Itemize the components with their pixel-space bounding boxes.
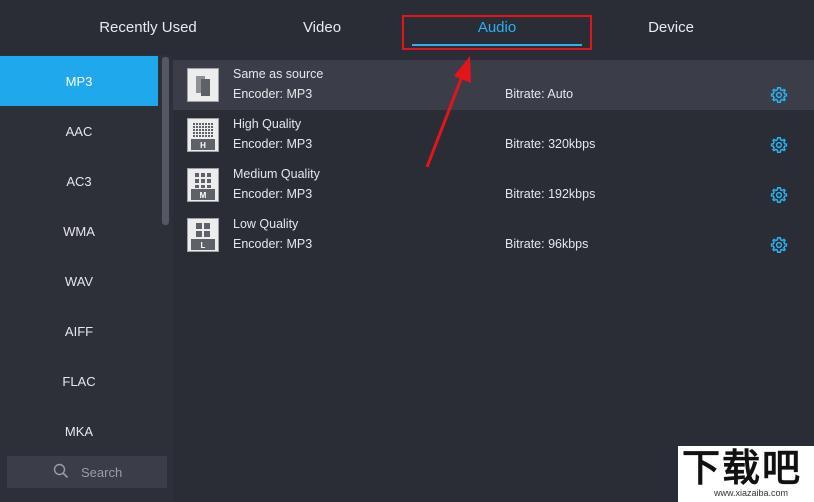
format-item-aiff[interactable]: AIFF (0, 306, 158, 356)
search-icon (53, 463, 69, 479)
preset-row-low-quality[interactable]: L Low Quality Encoder: MP3 Bitrate: 96kb… (173, 210, 814, 260)
preset-bitrate: Bitrate: 320kbps (505, 137, 596, 151)
format-sidebar: MP3 AAC AC3 WMA WAV AIFF FLAC MKA Search (0, 55, 173, 502)
preset-encoder: Encoder: MP3 (233, 187, 313, 201)
format-label: AAC (65, 123, 93, 139)
format-label: WAV (64, 273, 94, 289)
preset-encoder: Encoder: MP3 (233, 137, 313, 151)
watermark-url: www.xiazaiba.com (714, 488, 789, 498)
preset-row-same-as-source[interactable]: Same as source Encoder: MP3 Bitrate: Aut… (173, 60, 814, 110)
tab-label: Device (648, 19, 694, 36)
quality-badge: M (199, 191, 207, 200)
preset-name: High Quality (233, 117, 302, 131)
format-item-mp3[interactable]: MP3 (0, 56, 158, 106)
preset-bitrate: Bitrate: 96kbps (505, 237, 589, 251)
preset-bitrate: Bitrate: Auto (505, 87, 574, 101)
preset-name: Low Quality (233, 217, 299, 231)
preset-encoder: Encoder: MP3 (233, 237, 313, 251)
high-quality-icon: H (187, 118, 219, 152)
quality-badge: H (200, 141, 206, 150)
format-item-ac3[interactable]: AC3 (0, 156, 158, 206)
format-item-flac[interactable]: FLAC (0, 356, 158, 406)
format-tab-bar: Recently Used Video Audio Device (0, 0, 814, 55)
preset-row-high-quality[interactable]: H High Quality Encoder: MP3 Bitrate: 320… (173, 110, 814, 160)
format-label: MKA (64, 423, 94, 439)
tab-recently-used[interactable]: Recently Used (60, 0, 236, 55)
tab-label: Recently Used (99, 19, 197, 36)
format-item-aac[interactable]: AAC (0, 106, 158, 156)
tab-video[interactable]: Video (236, 0, 408, 55)
format-item-wav[interactable]: WAV (0, 256, 158, 306)
annotation-highlight-box (402, 15, 592, 50)
format-label: WMA (63, 223, 95, 239)
gear-icon[interactable] (770, 136, 788, 154)
gear-icon[interactable] (770, 186, 788, 204)
watermark-text: 下载吧 (682, 445, 803, 490)
format-label: MP3 (65, 73, 93, 89)
tab-label: Video (302, 19, 342, 36)
same-as-source-icon (187, 68, 219, 102)
preset-list: Same as source Encoder: MP3 Bitrate: Aut… (173, 55, 814, 502)
search-placeholder: Search (81, 464, 123, 480)
preset-bitrate: Bitrate: 192kbps (505, 187, 596, 201)
format-label: AIFF (64, 323, 94, 339)
preset-name: Medium Quality (233, 167, 320, 181)
medium-quality-icon: M (187, 168, 219, 202)
preset-row-medium-quality[interactable]: M Medium Quality Encoder: MP3 Bitrate: 1… (173, 160, 814, 210)
tab-device[interactable]: Device (592, 0, 750, 55)
gear-icon[interactable] (770, 236, 788, 254)
gear-icon[interactable] (770, 86, 788, 104)
low-quality-icon: L (187, 218, 219, 252)
format-label: AC3 (66, 173, 92, 189)
preset-encoder: Encoder: MP3 (233, 87, 313, 101)
quality-badge: L (200, 241, 206, 250)
format-label: FLAC (62, 373, 96, 389)
watermark-logo: 下载吧 www.xiazaiba.com (678, 446, 814, 502)
format-item-mka[interactable]: MKA (0, 406, 158, 456)
format-search-input[interactable]: Search (7, 456, 167, 488)
format-item-wma[interactable]: WMA (0, 206, 158, 256)
sidebar-scrollbar[interactable] (162, 57, 169, 225)
preset-name: Same as source (233, 67, 324, 81)
